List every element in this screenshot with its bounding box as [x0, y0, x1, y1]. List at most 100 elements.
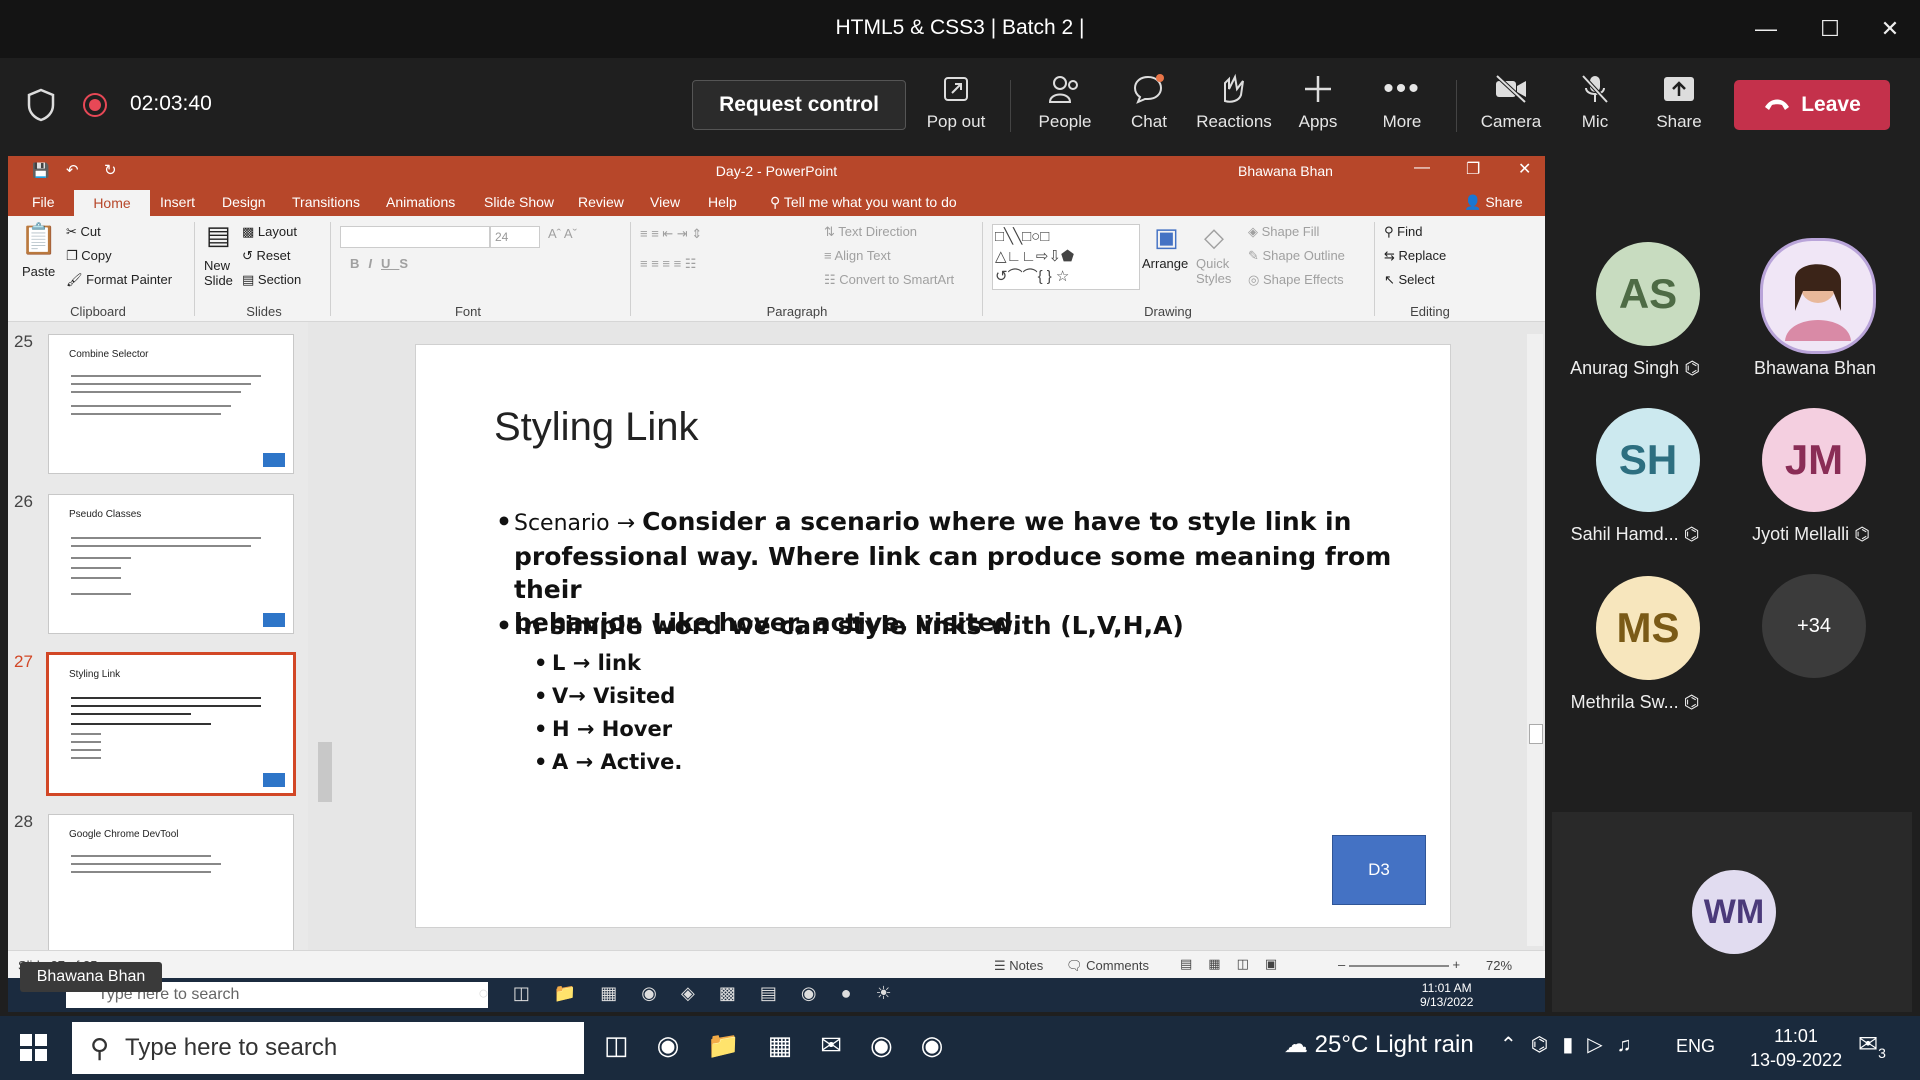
notes-button[interactable]: ☰ Notes [994, 958, 1043, 974]
select-button[interactable]: ↖ Select [1384, 272, 1435, 288]
close-button[interactable]: ✕ [1870, 10, 1910, 48]
status-bar: Slide 27 of 35 ☰ Notes 🗨 Comments ▤▦◫▣ –… [8, 950, 1545, 979]
tab-slide-show[interactable]: Slide Show [484, 194, 554, 210]
view-buttons[interactable]: ▤▦◫▣ [1180, 956, 1293, 972]
reset-button[interactable]: ↺ Reset [242, 248, 290, 264]
sub-bullet: • H → Hover [534, 717, 673, 741]
shape-fill-button[interactable]: ◈ Shape Fill [1248, 224, 1319, 240]
leave-label: Leave [1801, 93, 1861, 116]
bullets-icon[interactable]: ≡ ≡ ⇤ ⇥ ⇕ [640, 226, 702, 242]
people-button[interactable]: People [1023, 68, 1107, 148]
mic-muted-icon: ⌬ [1684, 358, 1700, 378]
paragraph-group-label: Paragraph [766, 304, 828, 319]
copy-button[interactable]: ❐ Copy [66, 248, 112, 264]
more-button[interactable]: ••• More [1360, 68, 1444, 148]
language-indicator[interactable]: ENG [1676, 1036, 1715, 1057]
comments-button[interactable]: 🗨 Comments [1066, 958, 1149, 974]
chat-button[interactable]: Chat [1107, 68, 1191, 148]
self-avatar[interactable]: WM [1692, 870, 1776, 954]
participant-avatar[interactable]: MS [1596, 576, 1700, 680]
presenter-taskbar-apps[interactable]: ○◫📁▦◉◈▩▤◉●☀ [478, 983, 916, 1004]
zoom-level[interactable]: 72% [1486, 958, 1512, 973]
pop-out-button[interactable]: Pop out [914, 68, 998, 148]
scenario-text: Consider a scenario where we have to sty… [642, 507, 1352, 536]
quick-styles-button[interactable]: Quick Styles [1196, 256, 1231, 286]
slide-thumbnail[interactable]: Combine Selector [48, 334, 294, 474]
text-direction-button[interactable]: ⇅ Text Direction [824, 224, 917, 240]
leave-button[interactable]: Leave [1734, 80, 1890, 130]
font-grow-shrink-icon[interactable]: Aˆ Aˇ [548, 226, 577, 241]
reactions-button[interactable]: Reactions [1192, 68, 1276, 148]
paste-button[interactable]: Paste [22, 264, 55, 279]
mic-button[interactable]: Mic [1553, 68, 1637, 148]
powerpoint-user: Bhawana Bhan [1238, 163, 1333, 179]
clipboard-group-label: Clipboard [70, 304, 126, 319]
slide-thumbnail[interactable]: Google Chrome DevTool [48, 814, 294, 954]
slide-scrollbar[interactable] [1527, 334, 1543, 946]
camera-off-icon [1469, 68, 1553, 110]
taskbar-pinned-apps[interactable]: ◫◉📁▦✉◉◉ [604, 1030, 971, 1061]
tell-me-search[interactable]: ⚲ Tell me what you want to do [770, 194, 957, 211]
camera-label: Camera [1480, 112, 1542, 131]
layout-button[interactable]: ▩ Layout [242, 224, 297, 240]
align-icons[interactable]: ≡ ≡ ≡ ≡ ☷ [640, 256, 696, 272]
tab-review[interactable]: Review [578, 194, 624, 210]
participant-avatar[interactable]: SH [1596, 408, 1700, 512]
tab-help[interactable]: Help [708, 194, 737, 210]
cut-button[interactable]: ✂ Cut [66, 224, 101, 240]
arrange-icon[interactable]: ▣ [1154, 222, 1179, 253]
pp-close-button[interactable]: ✕ [1518, 159, 1531, 179]
participant-photo-avatar[interactable] [1760, 238, 1876, 354]
shape-effects-button[interactable]: ◎ Shape Effects [1248, 272, 1344, 288]
thumbnails-scrollbar[interactable] [318, 742, 332, 802]
font-size-field[interactable]: 24 [490, 226, 540, 248]
arrange-button[interactable]: Arrange [1142, 256, 1188, 271]
more-participants[interactable]: +34 [1762, 574, 1866, 678]
pp-restore-button[interactable]: ❐ [1466, 159, 1480, 179]
camera-button[interactable]: Camera [1469, 68, 1553, 148]
slide-thumbnail[interactable]: Pseudo Classes [48, 494, 294, 634]
format-painter-button[interactable]: 🖌 Format Painter [66, 272, 172, 288]
participant-avatar[interactable]: JM [1762, 408, 1866, 512]
weather-widget[interactable]: ☁ 25°C Light rain [1284, 1030, 1474, 1059]
font-family-field[interactable] [340, 226, 490, 248]
windows-start-icon[interactable] [20, 1034, 48, 1067]
quick-styles-icon[interactable]: ◇ [1204, 222, 1224, 253]
maximize-button[interactable]: ☐ [1810, 10, 1850, 48]
participant-avatar[interactable]: AS [1596, 242, 1700, 346]
align-text-button[interactable]: ≡ Align Text [824, 248, 891, 263]
pp-minimize-button[interactable]: — [1414, 159, 1430, 177]
request-control-button[interactable]: Request control [692, 80, 906, 130]
tell-me-label: Tell me what you want to do [783, 194, 957, 210]
tab-design[interactable]: Design [222, 194, 266, 210]
system-tray-icons[interactable]: ⌃⌬▮▷♫ [1500, 1032, 1646, 1057]
new-slide-button[interactable]: New Slide [204, 258, 233, 288]
share-ribbon-button[interactable]: 👤 Share [1464, 194, 1523, 211]
section-button[interactable]: ▤ Section [242, 272, 301, 288]
apps-button[interactable]: Apps [1276, 68, 1360, 148]
taskbar-search[interactable]: ⚲ Type here to search [72, 1022, 584, 1074]
paste-icon[interactable]: 📋 [20, 222, 57, 257]
minimize-button[interactable]: — [1746, 10, 1786, 48]
shapes-gallery[interactable]: □╲╲□○□ △∟∟⇨⇩⬟ ↺⌒⌒{ } ☆ [992, 224, 1140, 290]
convert-smartart-button[interactable]: ☷ Convert to SmartArt [824, 272, 954, 288]
notification-center-icon[interactable]: ✉3 [1858, 1030, 1886, 1061]
shape-outline-button[interactable]: ✎ Shape Outline [1248, 248, 1345, 264]
share-button[interactable]: Share [1637, 68, 1721, 148]
taskbar-clock[interactable]: 11:01 13-09-2022 [1750, 1024, 1842, 1072]
current-slide[interactable]: Styling Link • Scenario → Consider a sce… [415, 344, 1451, 928]
new-slide-icon[interactable]: ▤ [206, 220, 231, 251]
tab-home[interactable]: Home [74, 190, 150, 216]
tab-view[interactable]: View [650, 194, 680, 210]
slide-thumbnail-selected[interactable]: Styling Link [46, 652, 296, 796]
tab-animations[interactable]: Animations [386, 194, 455, 210]
font-format-icons[interactable]: BIUS [350, 256, 417, 271]
tab-file[interactable]: File [32, 194, 55, 210]
zoom-slider[interactable]: – + [1338, 957, 1460, 972]
thumb-number: 27 [14, 652, 33, 671]
replace-button[interactable]: ⇆ Replace [1384, 248, 1446, 264]
tab-insert[interactable]: Insert [160, 194, 195, 210]
tab-transitions[interactable]: Transitions [292, 194, 360, 210]
find-button[interactable]: ⚲ Find [1384, 224, 1422, 240]
shield-icon [26, 88, 56, 127]
